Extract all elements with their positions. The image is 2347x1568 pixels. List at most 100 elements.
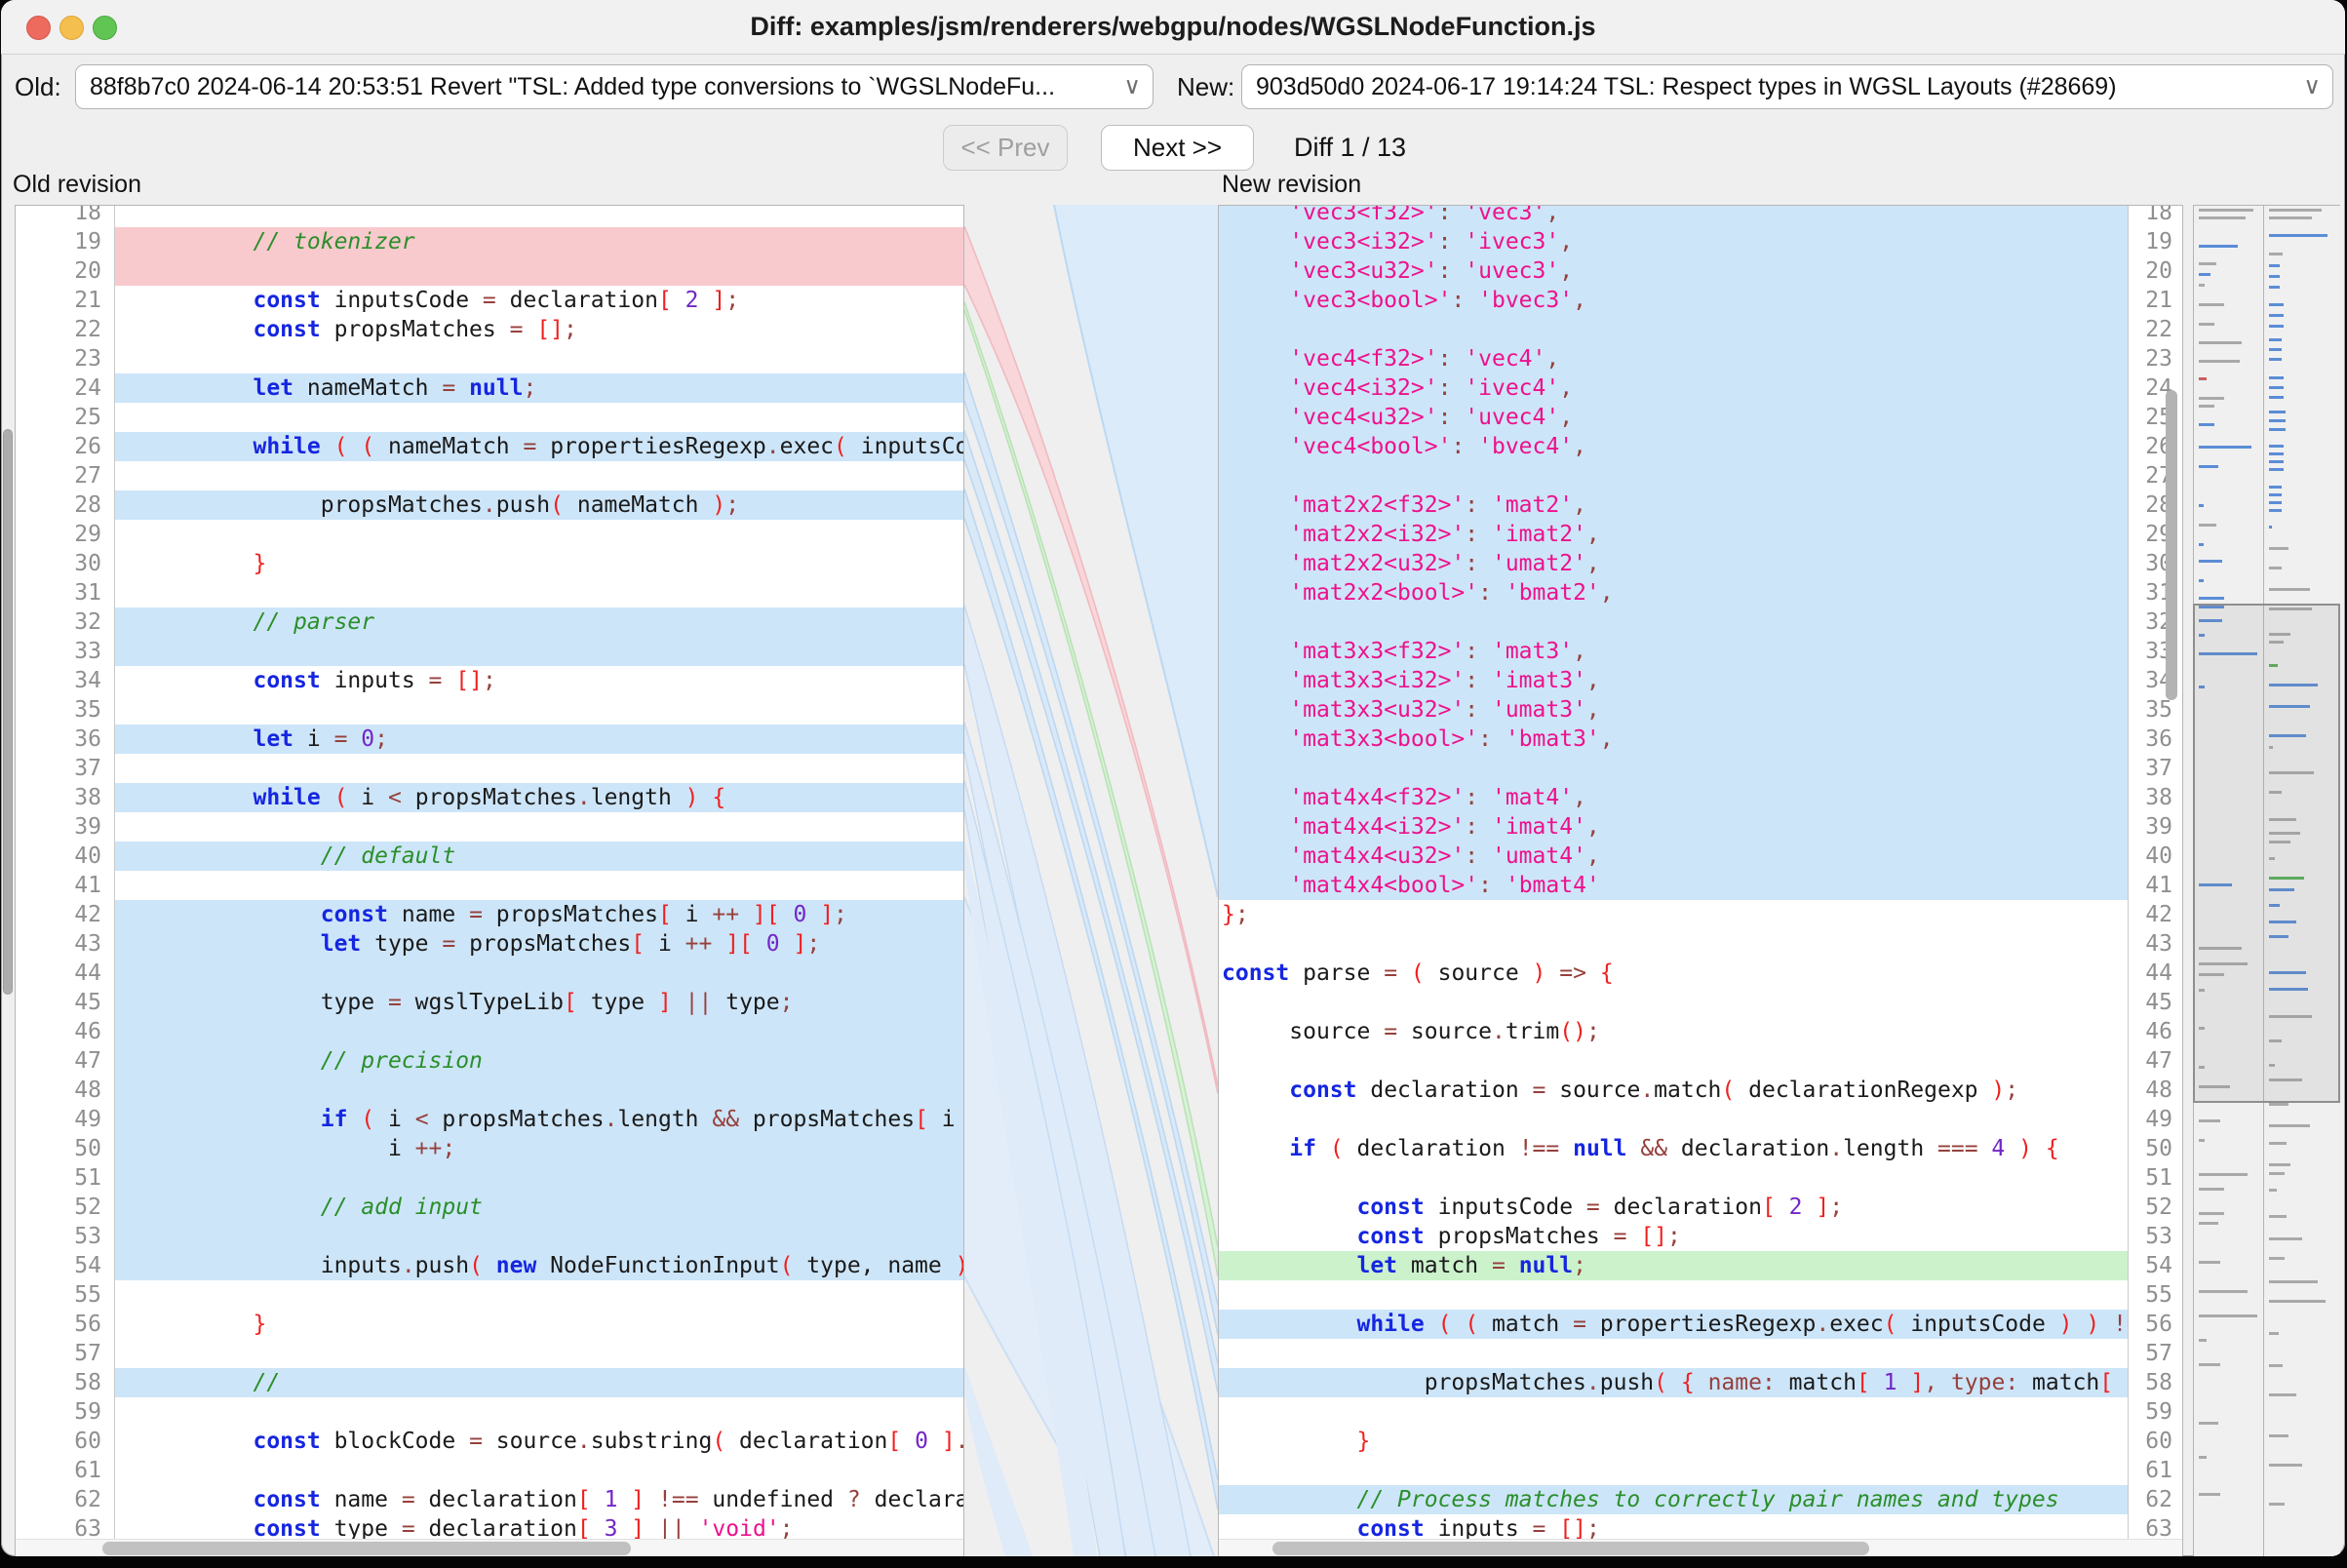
line-number: 52 xyxy=(2128,1193,2182,1222)
diff-connection-bands xyxy=(964,205,1218,1556)
line-number: 18 xyxy=(2128,205,2182,227)
code-text xyxy=(115,637,963,666)
code-line: const parse = ( source ) => {44 xyxy=(1219,959,2182,988)
line-number: 26 xyxy=(16,432,115,461)
code-text: 'mat4x4<u32>': 'umat4', xyxy=(1219,842,2128,871)
line-number: 21 xyxy=(2128,286,2182,315)
code-text xyxy=(115,754,963,783)
code-line: 61 xyxy=(1219,1456,2182,1485)
line-number: 35 xyxy=(2128,695,2182,725)
old-revision-panel[interactable]: 1819 // tokenizer2021 const inputsCode =… xyxy=(15,205,964,1556)
code-line: }60 xyxy=(1219,1427,2182,1456)
code-text: 'vec4<bool>': 'bvec4', xyxy=(1219,432,2128,461)
line-number: 53 xyxy=(16,1222,115,1251)
line-number: 33 xyxy=(16,637,115,666)
line-number: 61 xyxy=(16,1456,115,1485)
code-line: 59 xyxy=(16,1397,963,1427)
line-number: 25 xyxy=(16,403,115,432)
line-number: 58 xyxy=(16,1368,115,1397)
line-number: 51 xyxy=(16,1163,115,1193)
old-revision-value: 88f8b7c0 2024-06-14 20:53:51 Revert "TSL… xyxy=(90,73,1055,100)
old-panel-vertical-scrollbar[interactable] xyxy=(3,429,13,995)
line-number: 45 xyxy=(16,988,115,1017)
code-text xyxy=(1219,1280,2128,1310)
new-revision-panel[interactable]: 'vec3<f32>': 'vec3',18 'vec3<i32>': 'ive… xyxy=(1218,205,2183,1556)
line-number: 19 xyxy=(16,227,115,256)
line-number: 38 xyxy=(2128,783,2182,812)
code-line: 45 type = wgslTypeLib[ type ] || type; xyxy=(16,988,963,1017)
diff-minimap[interactable] xyxy=(2193,205,2340,1556)
code-line: 51 xyxy=(1219,1163,2182,1193)
line-number: 51 xyxy=(2128,1163,2182,1193)
line-number: 58 xyxy=(2128,1368,2182,1397)
code-line: 56 } xyxy=(16,1310,963,1339)
code-text: source = source.trim(); xyxy=(1219,1017,2128,1046)
line-number: 55 xyxy=(2128,1280,2182,1310)
code-line: let match = null;54 xyxy=(1219,1251,2182,1280)
code-line: 51 xyxy=(16,1163,963,1193)
line-number: 55 xyxy=(16,1280,115,1310)
code-text: } xyxy=(115,1310,963,1339)
code-text: const declaration = source.match( declar… xyxy=(1219,1076,2128,1105)
code-line: };42 xyxy=(1219,900,2182,929)
code-line: 54 inputs.push( new NodeFunctionInput( t… xyxy=(16,1251,963,1280)
line-number: 59 xyxy=(2128,1397,2182,1427)
code-line: 43 let type = propsMatches[ i ++ ][ 0 ]; xyxy=(16,929,963,959)
code-text: const name = propsMatches[ i ++ ][ 0 ]; xyxy=(115,900,963,929)
prev-diff-button[interactable]: << Prev xyxy=(943,125,1068,171)
code-line: 33 xyxy=(16,637,963,666)
line-number: 53 xyxy=(2128,1222,2182,1251)
line-number: 59 xyxy=(16,1397,115,1427)
code-line: 'vec4<f32>': 'vec4',23 xyxy=(1219,344,2182,373)
code-text: 'mat2x2<f32>': 'mat2', xyxy=(1219,490,2128,520)
new-panel-vertical-scrollbar[interactable] xyxy=(2166,390,2177,700)
line-number: 36 xyxy=(2128,725,2182,754)
code-line: 22 xyxy=(1219,315,2182,344)
new-revision-select[interactable]: 903d50d0 2024-06-17 19:14:24 TSL: Respec… xyxy=(1241,64,2333,109)
line-number: 46 xyxy=(2128,1017,2182,1046)
code-line: 'mat4x4<u32>': 'umat4',40 xyxy=(1219,842,2182,871)
code-text: const propsMatches = []; xyxy=(1219,1222,2128,1251)
line-number: 54 xyxy=(2128,1251,2182,1280)
code-text: // parser xyxy=(115,608,963,637)
code-text: const inputsCode = declaration[ 2 ]; xyxy=(1219,1193,2128,1222)
line-number: 43 xyxy=(16,929,115,959)
line-number: 45 xyxy=(2128,988,2182,1017)
diff-gutter xyxy=(964,205,1218,1556)
code-text: 'vec4<i32>': 'ivec4', xyxy=(1219,373,2128,403)
code-text: 'mat3x3<u32>': 'umat3', xyxy=(1219,695,2128,725)
line-number: 62 xyxy=(2128,1485,2182,1514)
old-revision-label: Old: xyxy=(15,64,61,109)
code-text: while ( ( nameMatch = propertiesRegexp.e… xyxy=(115,432,963,461)
code-text xyxy=(115,344,963,373)
code-text xyxy=(1219,1456,2128,1485)
old-revision-select[interactable]: 88f8b7c0 2024-06-14 20:53:51 Revert "TSL… xyxy=(75,64,1154,109)
code-line: 61 xyxy=(16,1456,963,1485)
line-number: 42 xyxy=(16,900,115,929)
minimap-viewport[interactable] xyxy=(2193,604,2340,1103)
code-text xyxy=(115,812,963,842)
code-line: 25 xyxy=(16,403,963,432)
code-line: 46 xyxy=(16,1017,963,1046)
next-diff-button[interactable]: Next >> xyxy=(1101,125,1254,171)
new-panel-horizontal-scrollbar[interactable] xyxy=(1272,1542,1869,1555)
line-number: 61 xyxy=(2128,1456,2182,1485)
code-line: 58 // xyxy=(16,1368,963,1397)
old-panel-horizontal-scrollbar[interactable] xyxy=(102,1542,631,1555)
code-line: 22 const propsMatches = []; xyxy=(16,315,963,344)
code-text: let nameMatch = null; xyxy=(115,373,963,403)
code-line: 20 xyxy=(16,256,963,286)
code-line: 'mat3x3<bool>': 'bmat3',36 xyxy=(1219,725,2182,754)
code-text xyxy=(115,205,963,227)
code-line: while ( ( match = propertiesRegexp.exec(… xyxy=(1219,1310,2182,1339)
code-text: const blockCode = source.substring( decl… xyxy=(115,1427,963,1456)
code-line: 21 const inputsCode = declaration[ 2 ]; xyxy=(16,286,963,315)
code-line: 'vec3<u32>': 'uvec3',20 xyxy=(1219,256,2182,286)
code-line: 62 const name = declaration[ 1 ] !== und… xyxy=(16,1485,963,1514)
code-text: 'mat4x4<bool>': 'bmat4' xyxy=(1219,871,2128,900)
code-line: 30 } xyxy=(16,549,963,578)
code-text xyxy=(115,461,963,490)
line-number: 50 xyxy=(2128,1134,2182,1163)
code-text xyxy=(115,695,963,725)
code-text: if ( i < propsMatches.length && propsMat… xyxy=(115,1105,963,1134)
